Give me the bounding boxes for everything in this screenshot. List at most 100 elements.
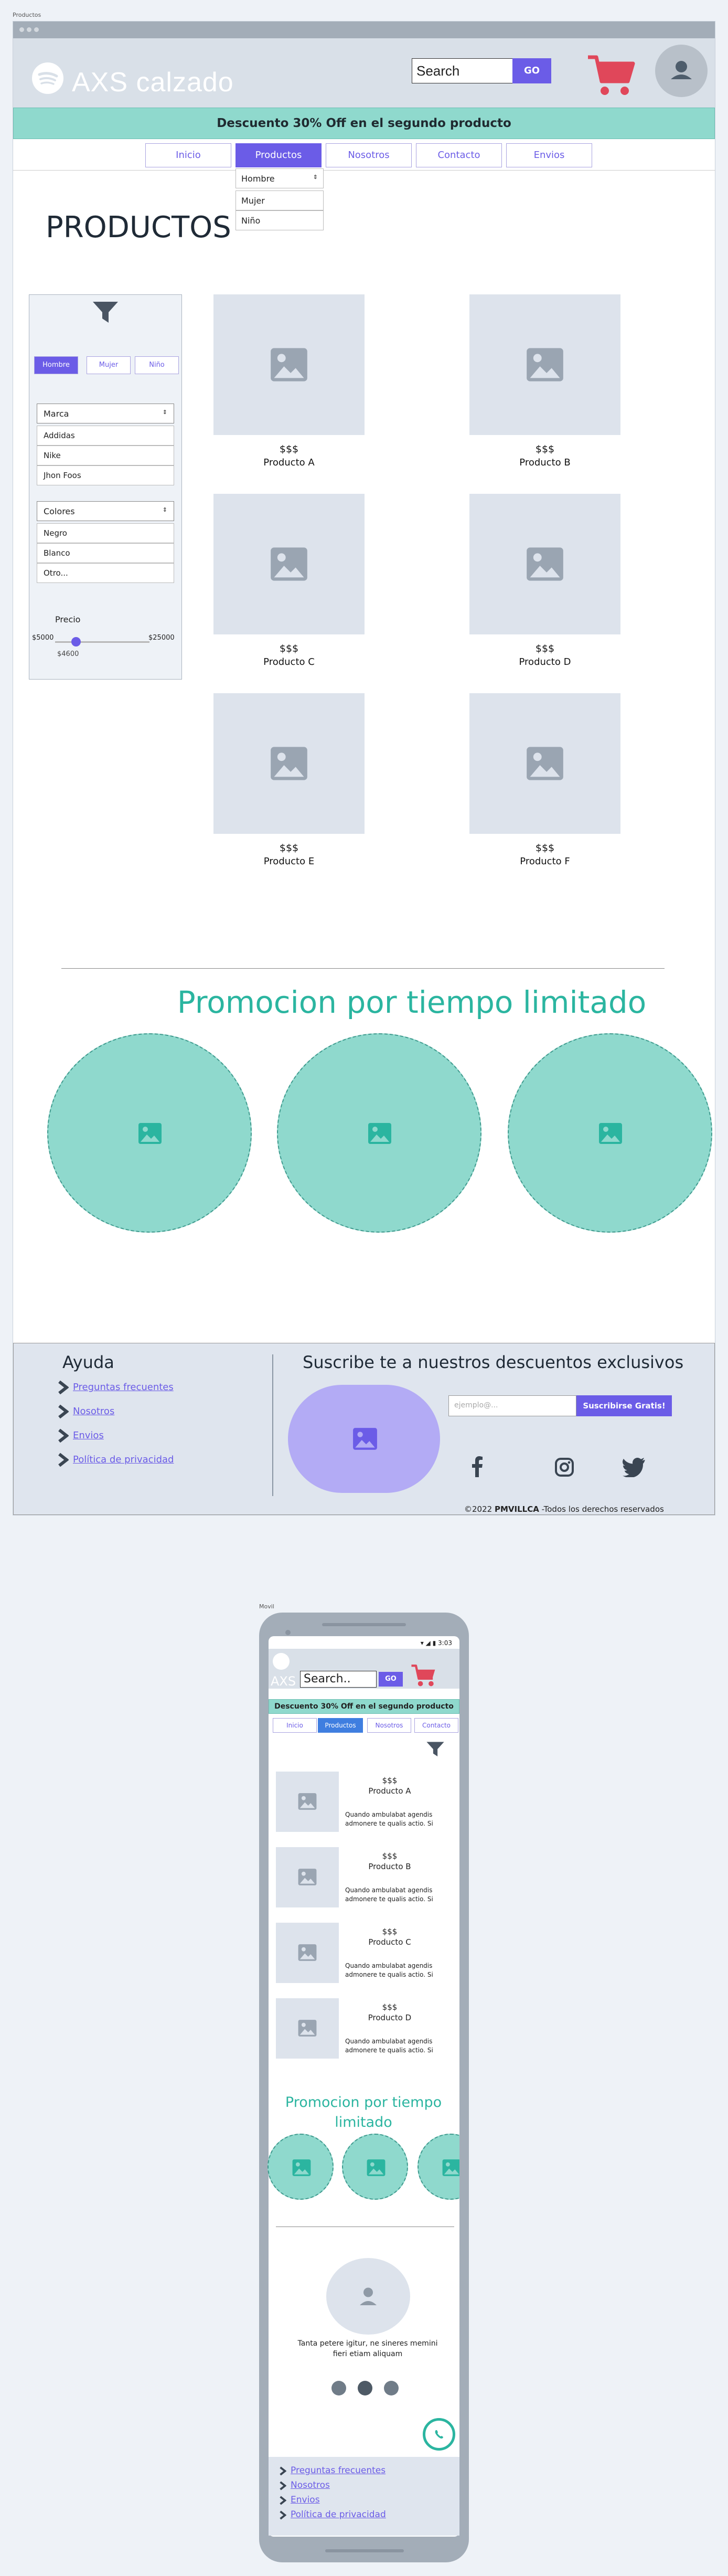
nav-nosotros[interactable]: Nosotros <box>326 143 412 167</box>
mobile-promo-banner: Descuento 30% Off en el segundo producto <box>269 1699 459 1714</box>
brand-option-nike[interactable]: Nike <box>37 446 174 465</box>
promo-banner: Descuento 30% Off en el segundo producto <box>13 108 715 139</box>
nav-dropdown-mujer[interactable]: Mujer <box>235 190 324 210</box>
mobile-product-price: $$$ <box>382 1776 398 1785</box>
twitter-icon[interactable] <box>623 1457 647 1478</box>
window-dot[interactable] <box>27 27 31 32</box>
mobile-product-image[interactable] <box>276 1772 339 1832</box>
brand-name[interactable]: AXS calzado <box>72 67 234 98</box>
product-image[interactable] <box>469 294 620 435</box>
mobile-product-name[interactable]: Producto B <box>345 1862 434 1871</box>
product-image[interactable] <box>469 693 620 834</box>
price-current: $4600 <box>57 650 79 658</box>
image-icon <box>268 345 310 387</box>
color-option-otro[interactable]: Otro... <box>37 563 174 583</box>
brand-option-addidas[interactable]: Addidas <box>37 426 174 446</box>
brand-logo-icon[interactable] <box>273 1653 290 1670</box>
product-name[interactable]: Producto F <box>469 856 620 867</box>
mobile-product-description: Quando ambulabat agendis admonere te qua… <box>345 2038 433 2054</box>
mobile-product-name[interactable]: Producto A <box>345 1786 434 1796</box>
mobile-filter-icon[interactable] <box>426 1740 445 1759</box>
promo-circle-2[interactable] <box>277 1033 481 1233</box>
search-go-button[interactable]: GO <box>512 58 551 83</box>
filter-nino-button[interactable]: Niño <box>135 356 179 374</box>
image-icon <box>138 1123 162 1144</box>
mobile-footer-link[interactable]: Nosotros <box>291 2480 330 2490</box>
product-image[interactable] <box>213 693 365 834</box>
mobile-promo-circle-1[interactable] <box>267 2134 334 2200</box>
nav-envios[interactable]: Envios <box>506 143 592 167</box>
mobile-search-go-button[interactable]: GO <box>379 1672 403 1687</box>
instagram-icon[interactable] <box>554 1457 574 1477</box>
nav-dropdown-nino[interactable]: Niño <box>235 210 324 230</box>
price-slider-thumb[interactable] <box>71 637 81 646</box>
mobile-product-image[interactable] <box>276 1998 339 2059</box>
nav-inicio[interactable]: Inicio <box>145 143 231 167</box>
status-time: 3:03 <box>438 1639 452 1647</box>
mobile-product-description: Quando ambulabat agendis admonere te qua… <box>345 1811 433 1827</box>
product-name[interactable]: Producto D <box>469 656 620 667</box>
product-image[interactable] <box>213 494 365 634</box>
updown-icon: ⇕ <box>313 174 318 181</box>
nav-dropdown-hombre[interactable]: Hombre ⇕ <box>235 168 324 188</box>
footer-link[interactable]: Envios <box>73 1430 104 1441</box>
footer-link[interactable]: Nosotros <box>73 1406 114 1417</box>
search-input[interactable]: Search <box>412 58 514 83</box>
color-select[interactable]: Colores ⇕ <box>37 501 174 521</box>
price-slider-track[interactable] <box>55 637 149 646</box>
filter-icon[interactable] <box>92 300 119 326</box>
product-name[interactable]: Producto B <box>469 457 620 468</box>
promo-circle-3[interactable] <box>508 1033 712 1233</box>
mobile-product-image[interactable] <box>276 1847 339 1907</box>
footer-link[interactable]: Preguntas frecuentes <box>73 1382 174 1393</box>
subscribe-button[interactable]: Suscribirse Gratis! <box>576 1395 672 1416</box>
brand-logo-icon[interactable] <box>32 62 63 94</box>
promo-circle-1[interactable] <box>47 1033 252 1233</box>
product-name[interactable]: Producto C <box>213 656 365 667</box>
mobile-footer-link[interactable]: Política de privacidad <box>291 2509 386 2520</box>
window-dot[interactable] <box>19 27 24 32</box>
product-image[interactable] <box>469 494 620 634</box>
filter-hombre-button[interactable]: Hombre <box>34 356 78 374</box>
product-image[interactable] <box>213 294 365 435</box>
mobile-footer-link[interactable]: Preguntas frecuentes <box>291 2465 386 2476</box>
mobile-nav-nosotros[interactable]: Nosotros <box>367 1718 411 1733</box>
carousel-dot-1[interactable] <box>331 2381 346 2395</box>
phone-speaker <box>322 1623 406 1626</box>
mobile-brand[interactable]: AXS <box>271 1674 296 1689</box>
filter-mujer-button[interactable]: Mujer <box>87 356 131 374</box>
mobile-search-input[interactable]: Search.. <box>300 1671 377 1688</box>
image-icon <box>368 1123 391 1144</box>
mobile-nav-contacto[interactable]: Contacto <box>414 1718 458 1733</box>
facebook-icon[interactable] <box>472 1456 483 1477</box>
email-input[interactable]: ejemplo@... <box>448 1395 576 1416</box>
brand-select[interactable]: Marca ⇕ <box>37 404 174 423</box>
nav-contacto[interactable]: Contacto <box>416 143 502 167</box>
brand-option-jhon-foos[interactable]: Jhon Foos <box>37 465 174 485</box>
nav-productos[interactable]: Productos <box>235 143 322 167</box>
color-option-blanco[interactable]: Blanco <box>37 543 174 563</box>
window-titlebar <box>13 22 715 38</box>
mobile-nav-inicio[interactable]: Inicio <box>273 1718 317 1733</box>
product-name[interactable]: Producto E <box>213 856 365 867</box>
chevron-right-icon <box>280 2466 286 2476</box>
window-dot[interactable] <box>34 27 39 32</box>
carousel-dot-2[interactable] <box>358 2381 372 2395</box>
footer-link[interactable]: Política de privacidad <box>73 1454 174 1465</box>
mobile-product-name[interactable]: Producto D <box>345 2013 434 2022</box>
cart-icon[interactable] <box>410 1663 437 1688</box>
carousel-dot-3[interactable] <box>384 2381 399 2395</box>
mobile-nav-productos[interactable]: Productos <box>318 1718 363 1733</box>
mobile-promo-circle-2[interactable] <box>342 2134 408 2200</box>
whatsapp-icon[interactable] <box>423 2418 455 2451</box>
section-divider <box>61 968 665 969</box>
user-avatar[interactable] <box>655 45 708 97</box>
cart-icon[interactable] <box>586 53 636 98</box>
mobile-promo-circle-3[interactable] <box>417 2134 459 2200</box>
mobile-footer-link[interactable]: Envios <box>291 2495 320 2505</box>
product-name[interactable]: Producto A <box>213 457 365 468</box>
color-option-negro[interactable]: Negro <box>37 523 174 543</box>
product-price: $$$ <box>535 443 555 455</box>
mobile-product-image[interactable] <box>276 1923 339 1983</box>
mobile-product-name[interactable]: Producto C <box>345 1937 434 1947</box>
